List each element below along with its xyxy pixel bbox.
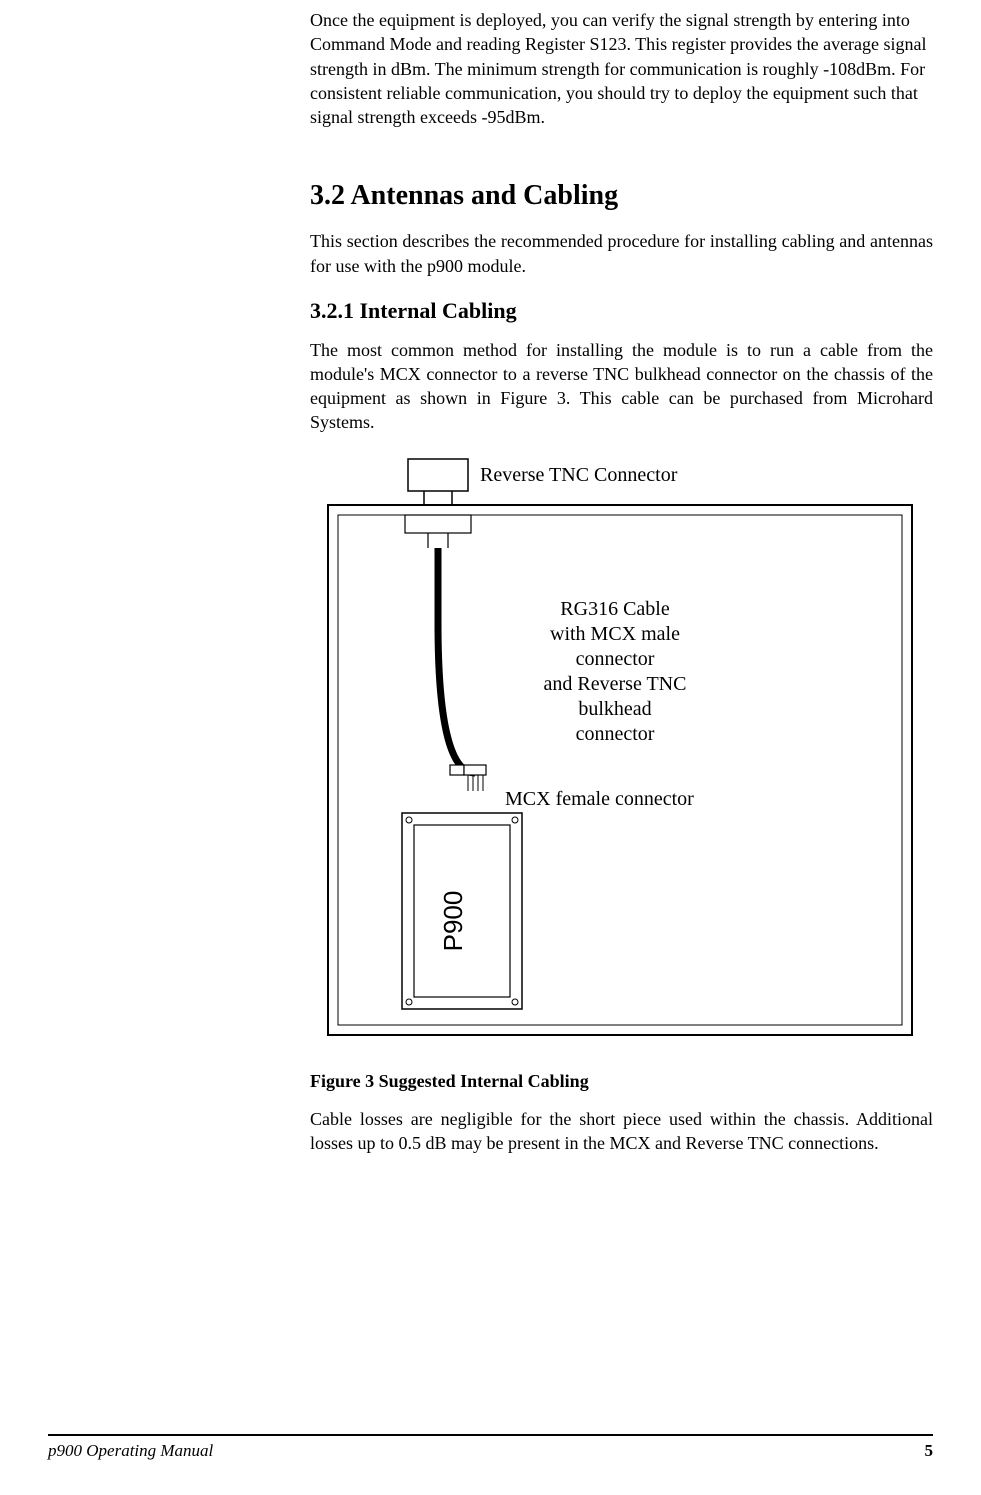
figure-3-caption: Figure 3 Suggested Internal Cabling: [310, 1069, 933, 1093]
label-mcx: MCX female connector: [505, 788, 694, 810]
heading-3-2-1: 3.2.1 Internal Cabling: [310, 296, 933, 326]
label-cable-3: connector: [576, 648, 655, 670]
paragraph-3-2-intro: This section describes the recommended p…: [310, 229, 933, 278]
label-cable-2: with MCX male: [550, 623, 680, 645]
label-cable-4: and Reverse TNC: [544, 673, 687, 695]
figure-3-svg: Reverse TNC Connector RG316 Cable with M…: [310, 453, 930, 1043]
label-module: P900: [438, 890, 468, 951]
label-cable-5: bulkhead: [578, 698, 651, 720]
figure-3: Reverse TNC Connector RG316 Cable with M…: [310, 453, 933, 1156]
page-footer: p900 Operating Manual 5: [48, 1434, 933, 1463]
label-tnc: Reverse TNC Connector: [480, 464, 678, 486]
paragraph-after-figure: Cable losses are negligible for the shor…: [310, 1107, 933, 1156]
page-content: Once the equipment is deployed, you can …: [310, 8, 933, 1184]
label-cable-6: connector: [576, 723, 655, 745]
footer-page-number: 5: [925, 1440, 934, 1463]
paragraph-3-2-1-body: The most common method for installing th…: [310, 338, 933, 435]
footer-doc-title: p900 Operating Manual: [48, 1440, 213, 1463]
heading-3-2: 3.2 Antennas and Cabling: [310, 177, 933, 215]
paragraph-signal-strength: Once the equipment is deployed, you can …: [310, 8, 933, 129]
label-cable-1: RG316 Cable: [560, 598, 670, 620]
